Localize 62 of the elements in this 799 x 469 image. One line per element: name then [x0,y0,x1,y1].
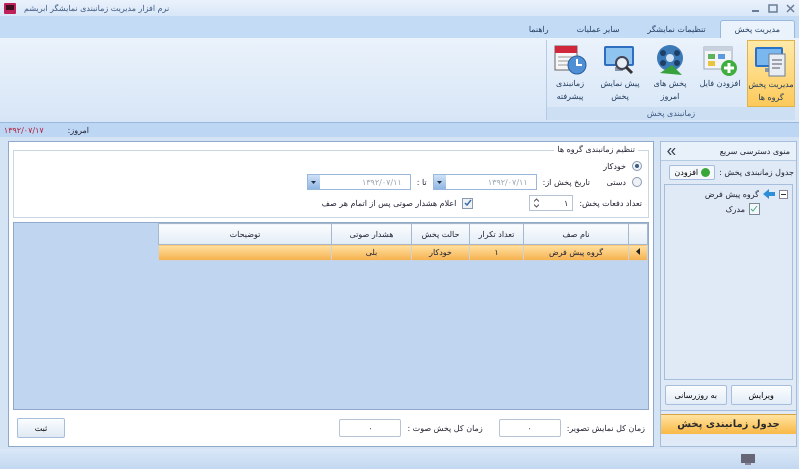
document-icon [749,203,760,215]
ribbon-button[interactable]: پخش های امروز [647,40,693,107]
arrow-icon [763,189,775,199]
panel-button[interactable]: به روزرسانی [665,385,726,405]
collapse-icon[interactable] [667,148,676,154]
count-spinner[interactable]: ۱ [529,195,574,211]
checkbox-label: اعلام هشدار صوتی پس از اتمام هر صف [322,198,456,208]
group-label: زمانبندی پخش [547,107,795,120]
dropdown-icon [437,180,442,184]
today-label: امروز: [68,126,89,134]
radio-button[interactable] [632,177,642,187]
ribbon-tab[interactable]: مدیریت پخش [720,20,795,38]
count-label: تعداد دفعات پخش: [579,198,642,208]
audio-time-label: زمان کل پخش صوت : [407,424,483,432]
tree-item[interactable]: مدرک [725,204,745,214]
checkbox[interactable] [462,198,474,208]
dropdown-icon [311,180,316,184]
column-header[interactable]: هشدار صوتی [332,224,412,244]
app-icon [4,2,16,14]
ribbon-tab[interactable]: تنظیمات نمایشگر [633,21,720,38]
row-pointer-icon [636,248,640,255]
schedule-table-label: جدول زمانبندی پخش : [719,168,794,177]
column-header[interactable]: تعداد تکرار [470,224,524,244]
row-header [628,224,648,244]
table-cell: خودکار [429,248,452,257]
submit-button[interactable]: ثبت [17,418,65,438]
calendar-clock-icon [552,43,588,77]
ribbon-button[interactable]: پیش نمایش پخش [597,40,643,107]
expander-icon[interactable] [779,190,788,198]
table-cell: ۱ [494,248,499,257]
table-cell: گروه پیش فرض [548,248,604,257]
radio-button[interactable] [632,161,642,171]
table-cell: بلی [366,248,378,257]
group-title: تنظیم زمانبندی گروه ها [554,145,638,154]
schedule-table-button[interactable]: جدول زمانبندی پخش [661,414,796,434]
radio-label: خودکار [603,162,626,170]
window-title: نرم افزار مدیریت زمانبندی نمایشگر ابریشم [24,4,170,12]
panel-title: منوی دسترسی سریع [720,146,790,156]
to-date-label: تا : [416,178,427,186]
from-date-label: تاریخ پخش از: [542,178,590,186]
ribbon-tab[interactable]: راهنما [514,21,563,38]
monitor-icon [741,454,755,464]
ribbon-button[interactable]: مدیریت پخش گروه ها [747,40,795,107]
add-button[interactable]: افزودن [669,165,716,180]
ribbon-button[interactable]: افزودن فایل [697,40,743,107]
tree-item[interactable]: گروه پیش فرض [704,190,759,198]
panel-button[interactable]: ویرایش [730,385,792,405]
image-time-field[interactable]: ۰ [498,419,561,437]
table-row[interactable]: گروه پیش فرض ۱ خودکار بلی [158,244,648,260]
radio-label: دستی [606,178,626,186]
maximize-icon[interactable] [768,4,778,12]
column-header[interactable]: حالت پخش [412,224,470,244]
spin-arrows-icon [534,198,540,208]
ribbon-button[interactable]: زمانبندی پیشرفته [547,40,593,107]
column-header[interactable]: نام صف [524,224,628,244]
today-date: ۱۳۹۲/۰۷/۱۷ [4,126,44,134]
column-header[interactable]: توضیحات [158,224,332,244]
ribbon-tab[interactable]: سایر عملیات [562,21,634,38]
audio-time-field[interactable]: ۰ [339,419,402,437]
image-time-label: زمان کل نمایش تصویر: [566,424,645,432]
close-icon[interactable] [786,4,795,12]
add-icon [701,168,710,177]
